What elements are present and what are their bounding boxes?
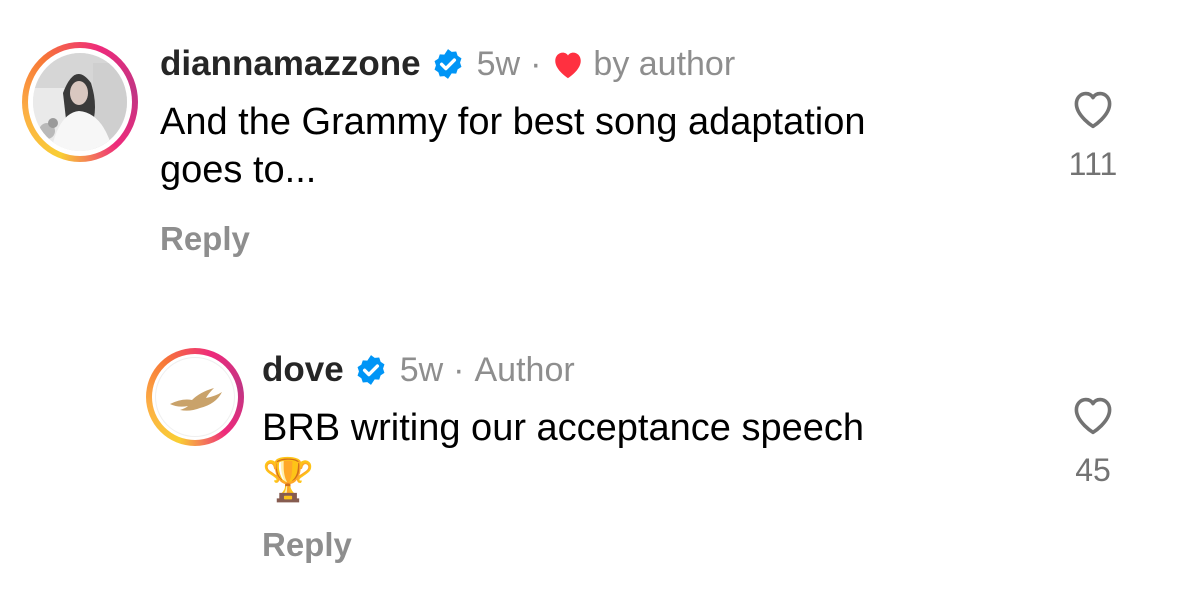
- liked-by-author-label: by author: [593, 44, 736, 83]
- like-control: 45: [1062, 392, 1124, 489]
- like-count: 45: [1075, 452, 1111, 488]
- heart-outline-icon[interactable]: [1069, 392, 1117, 436]
- separator-dot: ·: [530, 44, 542, 83]
- comment-time: 5w: [399, 350, 444, 389]
- comment-text-line: goes to...: [160, 149, 317, 191]
- reply-comment-item: dove 5w · Author BRB writing our accepta…: [0, 300, 1179, 607]
- comment-item: diannamazzone 5w · by author And the Gra…: [0, 0, 1179, 280]
- reply-button[interactable]: Reply: [262, 526, 352, 564]
- reply-button[interactable]: Reply: [160, 220, 250, 258]
- comment-time: 5w: [476, 44, 521, 83]
- comment-text-line: And the Grammy for best song adaptation: [160, 101, 866, 143]
- comment-header: dove 5w · Author: [262, 348, 575, 392]
- avatar[interactable]: [33, 53, 127, 151]
- comment-text: BRB writing our acceptance speech 🏆: [262, 404, 864, 508]
- heart-filled-icon: [555, 52, 582, 79]
- heart-outline-icon[interactable]: [1069, 86, 1117, 130]
- comment-header: diannamazzone 5w · by author: [160, 42, 735, 86]
- separator-dot: ·: [453, 350, 465, 389]
- verified-badge-icon: [434, 49, 462, 79]
- username[interactable]: diannamazzone: [160, 44, 421, 84]
- trophy-emoji: 🏆: [262, 456, 315, 503]
- username[interactable]: dove: [262, 350, 344, 390]
- verified-badge-icon: [357, 355, 385, 385]
- avatar-photo-image: [33, 53, 127, 151]
- like-count: 111: [1068, 146, 1118, 182]
- like-control: 111: [1062, 86, 1124, 183]
- comment-text: And the Grammy for best song adaptation …: [160, 98, 866, 194]
- avatar[interactable]: [155, 357, 235, 437]
- author-label: Author: [474, 350, 575, 389]
- comment-text-line: BRB writing our acceptance speech: [262, 407, 864, 449]
- dove-logo-icon: [170, 388, 222, 411]
